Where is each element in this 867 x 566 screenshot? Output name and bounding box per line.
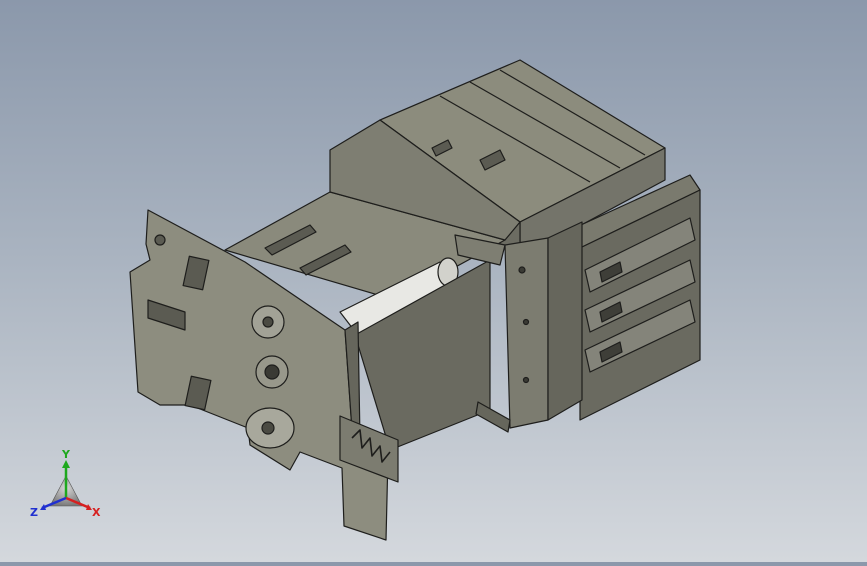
boss-top-hole bbox=[262, 316, 274, 328]
lower-foot bbox=[475, 401, 511, 433]
z-axis-label: Z bbox=[30, 506, 38, 519]
pillar-hole bbox=[522, 318, 530, 326]
center-pillar-side bbox=[547, 221, 583, 421]
center-pillar-front bbox=[504, 237, 549, 429]
contactor-model[interactable] bbox=[0, 0, 867, 562]
plate-hole bbox=[154, 234, 166, 246]
pillar-hole bbox=[518, 266, 526, 274]
pillar-hole bbox=[522, 376, 530, 384]
3d-model-viewport[interactable]: Y X Z bbox=[0, 0, 867, 562]
y-arrow-icon bbox=[62, 460, 70, 468]
boss-bottom-hole bbox=[261, 421, 275, 435]
boss-center-hole bbox=[264, 364, 280, 380]
axis-triad[interactable]: Y X Z bbox=[28, 448, 104, 524]
y-axis-label: Y bbox=[61, 448, 71, 461]
x-axis-label: X bbox=[92, 506, 101, 519]
